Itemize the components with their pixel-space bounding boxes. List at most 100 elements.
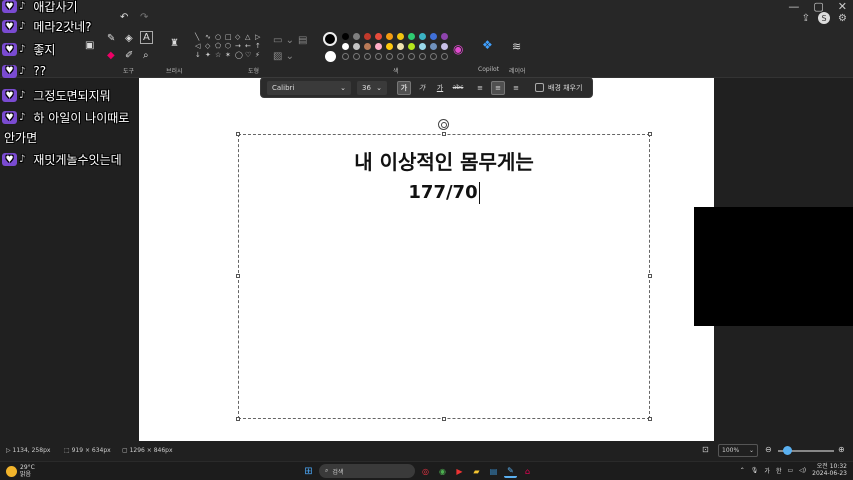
- palette-swatch[interactable]: [375, 33, 382, 40]
- align-left-icon[interactable]: ≡: [473, 81, 487, 95]
- palette-empty-slot[interactable]: [397, 53, 404, 60]
- group-label-shapes: 도형: [248, 68, 260, 75]
- palette-swatch[interactable]: [441, 43, 448, 50]
- resize-handle[interactable]: [236, 274, 240, 278]
- palette-swatch[interactable]: [430, 33, 437, 40]
- palette-empty-slot[interactable]: [353, 53, 360, 60]
- fill-background-checkbox[interactable]: [535, 83, 544, 92]
- color-palette[interactable]: [342, 33, 452, 63]
- microphone-icon[interactable]: 🎙︎: [751, 467, 759, 474]
- shapes-gallery[interactable]: ╲ ∿ ○ □ ◇ △ ▷ ◁ ◇ ⬠ ⬡ → ← ↑ ↓ ✦ ☆ ✶ ◯ ♡ ⚡: [195, 33, 265, 61]
- palette-swatch[interactable]: [364, 43, 371, 50]
- network-icon[interactable]: ▭: [787, 467, 793, 474]
- weather-widget[interactable]: 29°C 맑음: [6, 464, 35, 478]
- palette-swatch[interactable]: [342, 33, 349, 40]
- font-size-dropdown[interactable]: 36 ⌄: [357, 80, 387, 95]
- palette-swatch[interactable]: [375, 43, 382, 50]
- palette-empty-slot[interactable]: [375, 53, 382, 60]
- volume-icon[interactable]: ◁): [799, 467, 806, 474]
- palette-empty-slot[interactable]: [386, 53, 393, 60]
- palette-swatch[interactable]: [419, 43, 426, 50]
- text-box[interactable]: [236, 132, 652, 421]
- edit-colors-icon[interactable]: ◉: [453, 42, 463, 56]
- chat-message: ♥ ♪ 메라2갓네?: [2, 18, 92, 35]
- gear-icon[interactable]: ⚙: [838, 13, 847, 24]
- zoom-slider-knob[interactable]: [783, 446, 792, 455]
- palette-swatch[interactable]: [397, 33, 404, 40]
- italic-button[interactable]: 가: [415, 81, 429, 95]
- close-button[interactable]: ✕: [838, 0, 847, 13]
- palette-empty-slot[interactable]: [342, 53, 349, 60]
- zoom-value: 100%: [722, 447, 740, 454]
- palette-swatch[interactable]: [342, 43, 349, 50]
- avatar[interactable]: S: [818, 12, 831, 24]
- layers-icon[interactable]: ≋: [512, 40, 521, 53]
- store-icon[interactable]: ⌂: [521, 465, 534, 478]
- heart-badge-icon: ♥: [2, 89, 17, 102]
- resize-handle[interactable]: [648, 417, 652, 421]
- palette-empty-slot[interactable]: [408, 53, 415, 60]
- video-app-icon[interactable]: ▶: [453, 465, 466, 478]
- resize-handle[interactable]: [442, 132, 446, 136]
- zoom-out-icon[interactable]: ⊖: [765, 445, 772, 454]
- font-family-value: Calibri: [272, 83, 295, 92]
- app-icon-1[interactable]: ◎: [419, 465, 432, 478]
- paint-icon[interactable]: ✎: [504, 465, 517, 478]
- primary-color[interactable]: [323, 32, 337, 46]
- palette-swatch[interactable]: [386, 43, 393, 50]
- zoom-in-icon[interactable]: ⊕: [838, 445, 845, 454]
- palette-swatch[interactable]: [419, 33, 426, 40]
- underline-button[interactable]: 가: [433, 81, 447, 95]
- bold-button[interactable]: 가: [397, 80, 411, 95]
- windows-start-icon[interactable]: ⊞: [302, 465, 315, 478]
- palette-swatch[interactable]: [386, 33, 393, 40]
- outline-dropdown[interactable]: ▭ ⌄: [273, 35, 294, 46]
- chevron-down-icon: ⌄: [340, 83, 346, 92]
- clock[interactable]: 오전 10:32 2024-06-23: [812, 463, 847, 477]
- language-indicator[interactable]: 한: [776, 466, 782, 475]
- chevron-up-icon[interactable]: ⌃: [740, 467, 745, 474]
- maximize-button[interactable]: ▢: [813, 0, 823, 13]
- share-icon[interactable]: ⇪: [802, 13, 810, 24]
- taskbar-apps: ⊞ ⌕ 검색 ◎ ◉ ▶ ▰ ▤ ✎ ⌂: [302, 464, 534, 478]
- palette-swatch[interactable]: [430, 43, 437, 50]
- minimize-button[interactable]: —: [788, 0, 799, 13]
- palette-swatch[interactable]: [353, 33, 360, 40]
- resize-handle[interactable]: [648, 274, 652, 278]
- rotate-handle[interactable]: [438, 119, 449, 130]
- notepad-icon[interactable]: ▤: [487, 465, 500, 478]
- ime-indicator[interactable]: 가: [764, 466, 770, 475]
- copilot-icon[interactable]: ❖: [482, 38, 493, 52]
- resize-handle[interactable]: [442, 417, 446, 421]
- taskbar-search[interactable]: ⌕ 검색: [319, 464, 415, 478]
- music-note-icon: ♪: [19, 90, 26, 101]
- palette-empty-slot[interactable]: [430, 53, 437, 60]
- secondary-color[interactable]: [325, 51, 336, 62]
- zoom-dropdown[interactable]: 100% ⌄: [718, 444, 758, 457]
- strikethrough-button[interactable]: abc: [451, 81, 465, 95]
- palette-swatch[interactable]: [397, 43, 404, 50]
- fill-dropdown[interactable]: ▨ ⌄: [273, 51, 294, 62]
- folder-icon[interactable]: ▰: [470, 465, 483, 478]
- resize-handle[interactable]: [236, 132, 240, 136]
- group-label-colors: 색: [393, 68, 399, 75]
- palette-swatch[interactable]: [408, 33, 415, 40]
- resize-handle[interactable]: [648, 132, 652, 136]
- resize-handle[interactable]: [236, 417, 240, 421]
- palette-empty-slot[interactable]: [419, 53, 426, 60]
- palette-empty-slot[interactable]: [441, 53, 448, 60]
- align-center-icon[interactable]: ≡: [491, 80, 505, 95]
- fit-to-window-icon[interactable]: ⊡: [702, 445, 709, 454]
- chat-message: ♥ ♪??: [2, 64, 46, 78]
- size-icon[interactable]: ▤: [298, 35, 307, 46]
- brush-icon[interactable]: ♜: [170, 38, 179, 49]
- palette-swatch[interactable]: [441, 33, 448, 40]
- align-right-icon[interactable]: ≡: [509, 81, 523, 95]
- chrome-icon[interactable]: ◉: [436, 465, 449, 478]
- palette-swatch[interactable]: [353, 43, 360, 50]
- font-family-dropdown[interactable]: Calibri ⌄: [267, 80, 351, 95]
- palette-swatch[interactable]: [408, 43, 415, 50]
- chat-message: ♥ ♪ 좋지: [2, 41, 55, 58]
- palette-swatch[interactable]: [364, 33, 371, 40]
- palette-empty-slot[interactable]: [364, 53, 371, 60]
